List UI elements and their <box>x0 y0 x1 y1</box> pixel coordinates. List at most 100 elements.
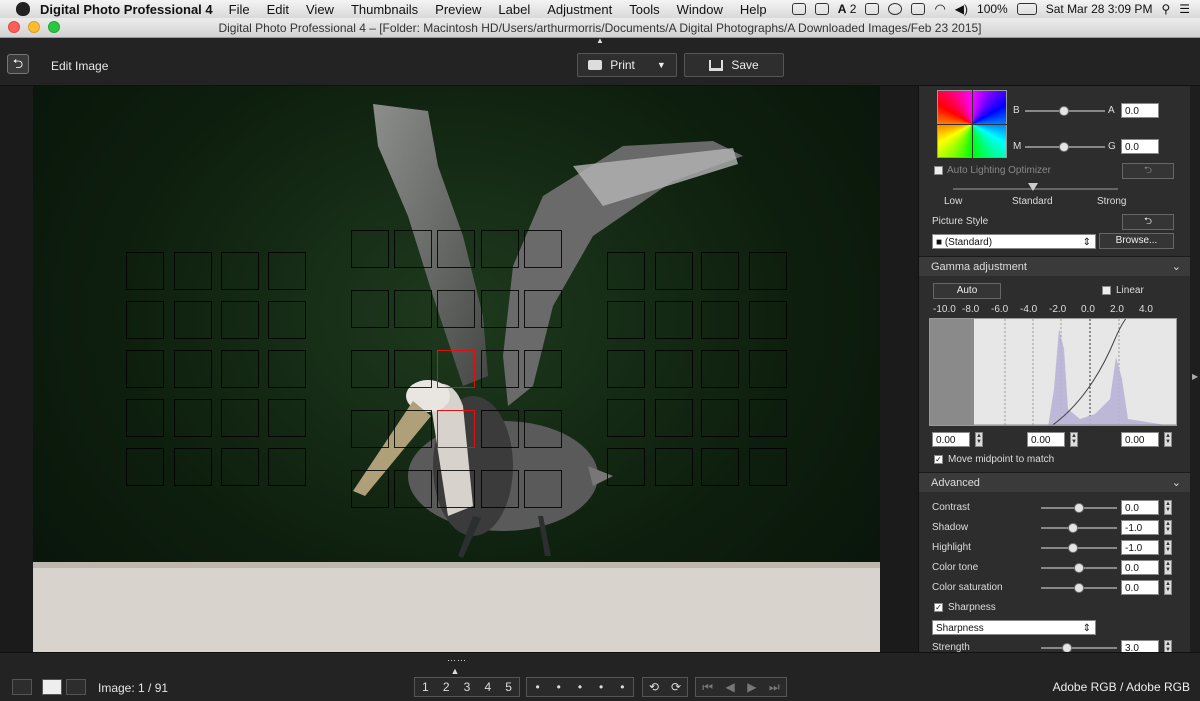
color-saturation-slider-knob[interactable] <box>1074 583 1084 593</box>
rating-3-button[interactable]: 3 <box>464 680 471 694</box>
highlight-stepper[interactable]: ▲ ▼ <box>1164 540 1172 555</box>
highlight-slider-track[interactable] <box>1041 547 1117 549</box>
gamma-mid-stepper[interactable]: ▲ ▼ <box>1070 432 1078 447</box>
color-saturation-value-field[interactable]: 0.0 <box>1121 580 1159 595</box>
highlight-slider-knob[interactable] <box>1068 543 1078 553</box>
alo-slider-knob[interactable] <box>1028 183 1038 191</box>
menu-tools[interactable]: Tools <box>629 2 659 17</box>
strength-value-field[interactable]: 3.0 <box>1121 640 1159 652</box>
ba-slider-knob[interactable] <box>1059 106 1069 116</box>
g-value-field[interactable]: 0.0 <box>1121 139 1159 154</box>
adobe-status[interactable]: A 2 <box>838 2 857 16</box>
menu-preview[interactable]: Preview <box>435 2 481 17</box>
gamma-section-header[interactable]: Gamma adjustment ⌄ <box>919 256 1190 276</box>
sharpness-checkbox[interactable]: ✓ <box>934 603 943 612</box>
alo-checkbox[interactable] <box>934 166 943 175</box>
rating-1-button[interactable]: 1 <box>422 680 429 694</box>
rating-4-button[interactable]: 4 <box>484 680 491 694</box>
status-icon[interactable] <box>865 3 880 15</box>
collapse-bottom-icon[interactable]: ⋯⋯ ▲ <box>447 655 467 676</box>
mg-slider-knob[interactable] <box>1059 142 1069 152</box>
wifi-icon[interactable]: ◠ <box>934 1 945 17</box>
rating-5-button[interactable]: 5 <box>505 680 512 694</box>
label-dot-2[interactable]: • <box>557 680 561 694</box>
chevron-down-icon[interactable]: ▼ <box>657 60 666 70</box>
color-saturation-stepper[interactable]: ▲ ▼ <box>1164 580 1172 595</box>
color-tone-value-field[interactable]: 0.0 <box>1121 560 1159 575</box>
previous-image-icon[interactable]: ◀ <box>726 680 735 694</box>
rating-2-button[interactable]: 2 <box>443 680 450 694</box>
shadow-stepper[interactable]: ▲ ▼ <box>1164 520 1172 535</box>
gamma-black-field[interactable]: 0.00 <box>932 432 970 447</box>
clock[interactable]: Sat Mar 28 3:09 PM <box>1046 2 1153 16</box>
color-tone-stepper[interactable]: ▲ ▼ <box>1164 560 1172 575</box>
menu-list-icon[interactable]: ☰ <box>1179 2 1190 16</box>
last-image-icon[interactable]: ⏭ <box>769 680 780 695</box>
panel-edge-strip[interactable]: ▶ <box>1190 86 1200 652</box>
a-value-field[interactable]: 0.0 <box>1121 103 1159 118</box>
bluetooth-icon[interactable] <box>911 3 926 15</box>
gamma-white-field[interactable]: 0.00 <box>1121 432 1159 447</box>
first-image-icon[interactable]: ⏮ <box>702 680 713 695</box>
move-midpoint-checkbox[interactable]: ✓ <box>934 455 943 464</box>
contrast-value-field[interactable]: 0.0 <box>1121 500 1159 515</box>
menu-window[interactable]: Window <box>677 2 723 17</box>
rotate-right-icon[interactable]: ⟳ <box>671 680 681 694</box>
single-view-button[interactable] <box>42 679 62 695</box>
menu-view[interactable]: View <box>306 2 334 17</box>
strength-slider-knob[interactable] <box>1062 643 1072 652</box>
strength-slider-track[interactable] <box>1041 647 1117 649</box>
collapse-top-icon[interactable]: ▲ <box>596 36 604 45</box>
rotate-left-icon[interactable]: ⟲ <box>649 680 659 694</box>
label-dot-1[interactable]: • <box>535 680 539 694</box>
apple-icon[interactable] <box>16 2 30 16</box>
menu-label[interactable]: Label <box>498 2 530 17</box>
gamma-mid-field[interactable]: 0.00 <box>1027 432 1065 447</box>
next-image-icon[interactable]: ▶ <box>747 680 756 694</box>
menu-adjustment[interactable]: Adjustment <box>547 2 612 17</box>
menu-file[interactable]: File <box>229 2 250 17</box>
gamma-auto-button[interactable]: Auto <box>933 283 1001 299</box>
chevron-down-icon[interactable]: ⌄ <box>1172 473 1181 493</box>
linear-checkbox[interactable] <box>1102 286 1111 295</box>
spotlight-icon[interactable]: ⚲ <box>1161 2 1170 16</box>
print-button[interactable]: Print ▼ <box>577 53 677 77</box>
gamma-histogram[interactable] <box>929 318 1177 426</box>
sharpness-select[interactable]: Sharpness ⇕ <box>932 620 1096 635</box>
strength-stepper[interactable]: ▲ ▼ <box>1164 640 1172 652</box>
menu-thumbnails[interactable]: Thumbnails <box>351 2 418 17</box>
color-tone-slider-knob[interactable] <box>1074 563 1084 573</box>
shadow-slider-track[interactable] <box>1041 527 1117 529</box>
battery-percent[interactable]: 100% <box>977 2 1008 16</box>
save-button[interactable]: Save <box>684 53 784 77</box>
shadow-slider-knob[interactable] <box>1068 523 1078 533</box>
photo-preview[interactable] <box>33 86 880 652</box>
contrast-slider-knob[interactable] <box>1074 503 1084 513</box>
back-button[interactable]: ⮌ <box>7 54 29 74</box>
gamma-black-stepper[interactable]: ▲ ▼ <box>975 432 983 447</box>
shadow-value-field[interactable]: -1.0 <box>1121 520 1159 535</box>
grid-view-button[interactable] <box>12 679 32 695</box>
volume-icon[interactable]: ◀) <box>955 2 968 16</box>
contrast-stepper[interactable]: ▲ ▼ <box>1164 500 1172 515</box>
time-machine-icon[interactable] <box>888 3 903 15</box>
menu-help[interactable]: Help <box>740 2 767 17</box>
app-menu[interactable]: Digital Photo Professional 4 <box>40 2 213 17</box>
split-view-button[interactable] <box>66 679 86 695</box>
image-viewer[interactable] <box>0 86 918 652</box>
label-dot-5[interactable]: • <box>620 680 624 694</box>
label-dot-4[interactable]: • <box>599 680 603 694</box>
menu-edit[interactable]: Edit <box>267 2 289 17</box>
advanced-section-header[interactable]: Advanced ⌄ <box>919 472 1190 492</box>
battery-icon[interactable] <box>1016 3 1037 15</box>
picture-style-select[interactable]: ■ (Standard) ⇕ <box>932 234 1096 249</box>
gamma-white-stepper[interactable]: ▲ ▼ <box>1164 432 1172 447</box>
expand-panel-icon[interactable]: ▶ <box>1192 372 1198 381</box>
chevron-down-icon[interactable]: ⌄ <box>1172 257 1181 277</box>
status-icon[interactable] <box>814 3 829 15</box>
status-icon[interactable] <box>791 3 806 15</box>
label-dot-3[interactable]: • <box>578 680 582 694</box>
picture-style-reset-button[interactable]: ⮌ <box>1122 214 1174 230</box>
browse-button[interactable]: Browse... <box>1099 233 1174 249</box>
alo-reset-button[interactable]: ⮌ <box>1122 163 1174 179</box>
